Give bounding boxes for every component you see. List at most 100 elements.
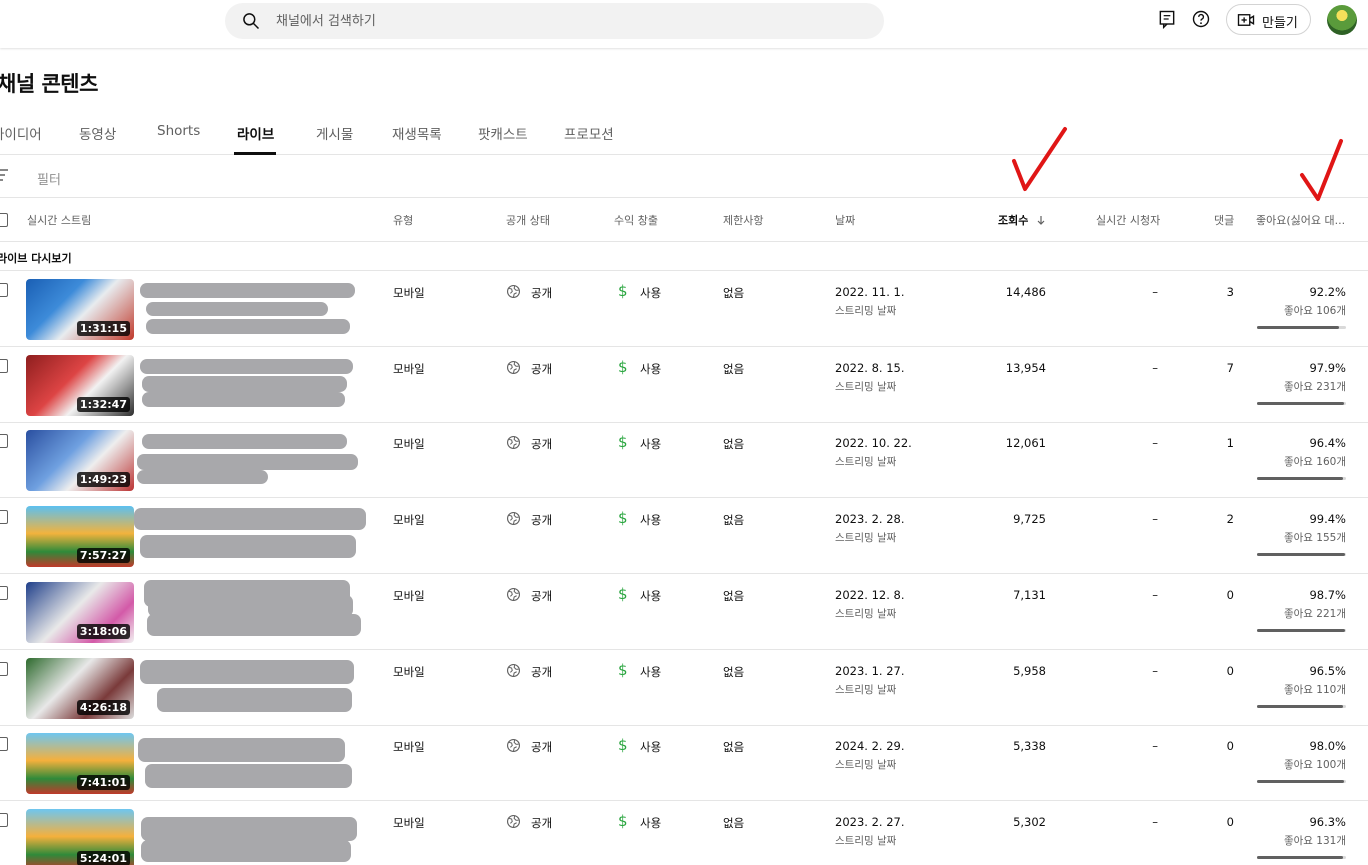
tab-posts[interactable]: 게시물 xyxy=(316,123,353,143)
dollar-icon: $ xyxy=(618,282,628,300)
like-ratio-bar xyxy=(1257,326,1346,329)
visibility-status[interactable]: 공개 xyxy=(531,285,552,301)
redacted-title xyxy=(142,434,347,449)
col-live-viewers[interactable]: 실시간 시청자 xyxy=(1096,212,1160,228)
row-checkbox[interactable] xyxy=(0,813,8,827)
dollar-icon: $ xyxy=(618,509,628,527)
like-count: 좋아요 131개 xyxy=(1283,835,1346,847)
like-count: 좋아요 106개 xyxy=(1283,305,1346,317)
globe-icon xyxy=(507,436,520,449)
visibility-status[interactable]: 공개 xyxy=(531,815,552,831)
restrictions-status: 없음 xyxy=(723,362,745,376)
visibility-status[interactable]: 공개 xyxy=(531,588,552,604)
video-type: 모바일 xyxy=(393,589,425,603)
search-icon[interactable] xyxy=(241,11,261,31)
create-button[interactable]: 만들기 xyxy=(1226,4,1311,35)
avatar[interactable] xyxy=(1327,5,1357,35)
stream-date: 2024. 2. 29. xyxy=(835,739,905,753)
video-thumbnail[interactable]: 5:24:01 xyxy=(26,809,134,865)
video-type: 모바일 xyxy=(393,740,425,754)
redacted-title xyxy=(142,376,347,392)
monetization-status[interactable]: 사용 xyxy=(640,588,661,604)
col-views[interactable]: 조회수 xyxy=(998,212,1046,228)
dollar-icon: $ xyxy=(618,812,628,830)
visibility-status[interactable]: 공개 xyxy=(531,436,552,452)
visibility-status[interactable]: 공개 xyxy=(531,664,552,680)
view-count: 5,958 xyxy=(1013,664,1046,678)
col-likes[interactable]: 좋아요(싫어요 대... xyxy=(1256,212,1345,228)
stream-date-label: 스트리밍 날짜 xyxy=(835,381,897,393)
col-date[interactable]: 날짜 xyxy=(835,212,855,228)
monetization-status[interactable]: 사용 xyxy=(640,285,661,301)
row-checkbox[interactable] xyxy=(0,510,8,524)
like-count: 좋아요 231개 xyxy=(1283,381,1346,393)
row-checkbox[interactable] xyxy=(0,586,8,600)
monetization-status[interactable]: 사용 xyxy=(640,512,661,528)
monetization-status[interactable]: 사용 xyxy=(640,739,661,755)
filter-label[interactable]: 필터 xyxy=(37,169,61,188)
col-comments[interactable]: 댓글 xyxy=(1214,212,1234,228)
view-count: 9,725 xyxy=(1013,512,1046,526)
help-icon[interactable] xyxy=(1191,9,1211,29)
table-row[interactable]: 7:41:01 모바일 공개 $ 사용 없음 2024. 2. 29. 스트리밍 날짜 5,33… xyxy=(0,725,1368,801)
redacted-title xyxy=(157,688,352,712)
video-thumbnail[interactable]: 7:41:01 xyxy=(26,733,134,794)
live-viewer-count: – xyxy=(1152,664,1158,678)
col-visibility: 공개 상태 xyxy=(506,214,550,227)
search-box[interactable] xyxy=(225,3,884,39)
like-ratio-bar xyxy=(1257,402,1346,405)
live-viewer-count: – xyxy=(1152,739,1158,753)
row-checkbox[interactable] xyxy=(0,434,8,448)
add-video-icon xyxy=(1237,14,1255,26)
visibility-status[interactable]: 공개 xyxy=(531,739,552,755)
video-thumbnail[interactable]: 1:32:47 xyxy=(26,355,134,416)
redacted-title xyxy=(147,614,361,636)
like-percentage: 98.0% xyxy=(1309,739,1346,753)
tab-promotions[interactable]: 프로모션 xyxy=(564,123,614,143)
col-views-label: 조회수 xyxy=(998,214,1029,227)
redacted-title xyxy=(137,470,268,484)
like-ratio-bar xyxy=(1257,856,1346,859)
stream-date: 2022. 12. 8. xyxy=(835,588,905,602)
filter-icon[interactable] xyxy=(0,169,8,181)
monetization-status[interactable]: 사용 xyxy=(640,815,661,831)
redacted-title xyxy=(140,283,355,298)
video-thumbnail[interactable]: 1:31:15 xyxy=(26,279,134,340)
video-thumbnail[interactable]: 3:18:06 xyxy=(26,582,134,643)
video-thumbnail[interactable]: 1:49:23 xyxy=(26,430,134,491)
tab-shorts[interactable]: Shorts xyxy=(157,123,200,139)
stream-date-label: 스트리밍 날짜 xyxy=(835,532,897,544)
tab-podcasts[interactable]: 팟캐스트 xyxy=(478,123,528,143)
row-checkbox[interactable] xyxy=(0,662,8,676)
tab-live[interactable]: 라이브 xyxy=(237,123,274,143)
monetization-status[interactable]: 사용 xyxy=(640,664,661,680)
row-checkbox[interactable] xyxy=(0,283,8,297)
dollar-icon: $ xyxy=(618,358,628,376)
search-input[interactable] xyxy=(276,3,856,39)
like-count: 좋아요 160개 xyxy=(1283,456,1346,468)
create-button-label: 만들기 xyxy=(1262,16,1298,31)
redacted-title xyxy=(146,319,350,334)
feedback-icon[interactable] xyxy=(1157,9,1177,29)
comment-count: 0 xyxy=(1226,815,1234,829)
live-viewer-count: – xyxy=(1152,436,1158,450)
col-stream: 실시간 스트림 xyxy=(27,214,92,227)
visibility-status[interactable]: 공개 xyxy=(531,512,552,528)
row-checkbox[interactable] xyxy=(0,737,8,751)
like-ratio-fill xyxy=(1257,553,1346,556)
tab-playlists[interactable]: 재생목록 xyxy=(392,123,442,143)
video-type: 모바일 xyxy=(393,362,425,376)
filter-bar[interactable]: 필터 xyxy=(0,155,1368,198)
tab-videos[interactable]: 동영상 xyxy=(79,123,116,143)
video-thumbnail[interactable]: 4:26:18 xyxy=(26,658,134,719)
tab-ideas[interactable]: 아이디어 xyxy=(0,123,42,143)
section-header: 라이브 다시보기 xyxy=(0,242,1368,271)
video-thumbnail[interactable]: 7:57:27 xyxy=(26,506,134,567)
monetization-status[interactable]: 사용 xyxy=(640,361,661,377)
row-checkbox[interactable] xyxy=(0,359,8,373)
stream-date: 2023. 2. 27. xyxy=(835,815,905,829)
visibility-status[interactable]: 공개 xyxy=(531,361,552,377)
redacted-title xyxy=(140,660,354,684)
select-all-checkbox[interactable] xyxy=(0,213,8,227)
monetization-status[interactable]: 사용 xyxy=(640,436,661,452)
